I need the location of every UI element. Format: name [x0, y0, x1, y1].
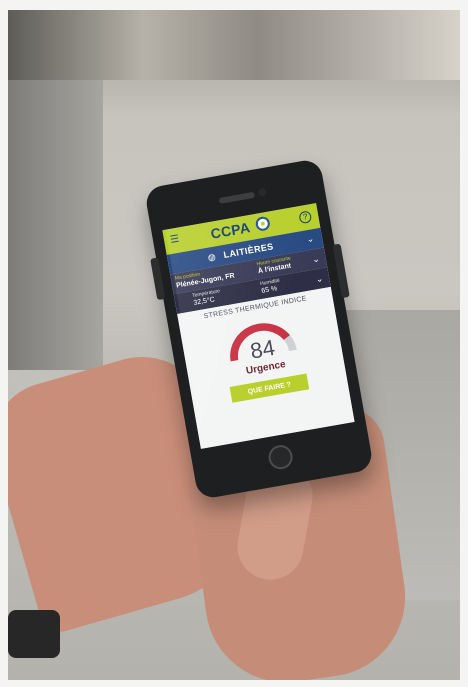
chevron-down-icon[interactable]: ⌄	[306, 233, 315, 245]
humidity-block: Humidité 65 %	[260, 278, 282, 295]
photo-background: ☰ CCPA ? ◍ LAITIÈRES ⌄ Ma position Pléné…	[8, 10, 460, 680]
phone-speaker	[218, 191, 256, 204]
background-pipe	[8, 10, 460, 80]
menu-icon[interactable]: ☰	[169, 234, 182, 246]
brand-name: CCPA	[209, 219, 251, 242]
what-to-do-button[interactable]: QUE FAIRE ?	[229, 373, 310, 403]
phone-side-button-right	[332, 243, 350, 299]
help-icon[interactable]: ?	[298, 210, 313, 225]
brand-logo-mark-icon	[254, 215, 271, 232]
time-block: Heure courante À l'instant	[256, 255, 292, 275]
watch-strap	[8, 610, 60, 658]
phone-screen: ☰ CCPA ? ◍ LAITIÈRES ⌄ Ma position Pléné…	[162, 203, 355, 449]
phone-side-button-left	[150, 257, 166, 301]
home-button[interactable]	[266, 443, 295, 472]
cow-icon: ◍	[206, 251, 217, 263]
chevron-down-icon[interactable]: ⌄	[311, 253, 320, 265]
phone-camera	[257, 187, 267, 197]
chevron-down-icon[interactable]: ⌄	[315, 273, 324, 285]
background-column	[8, 80, 103, 370]
temperature-block: Température 32,5°C	[192, 288, 222, 307]
stress-panel: STRESS THERMIQUE INDICE 84 Urgence QUE F…	[177, 286, 355, 449]
